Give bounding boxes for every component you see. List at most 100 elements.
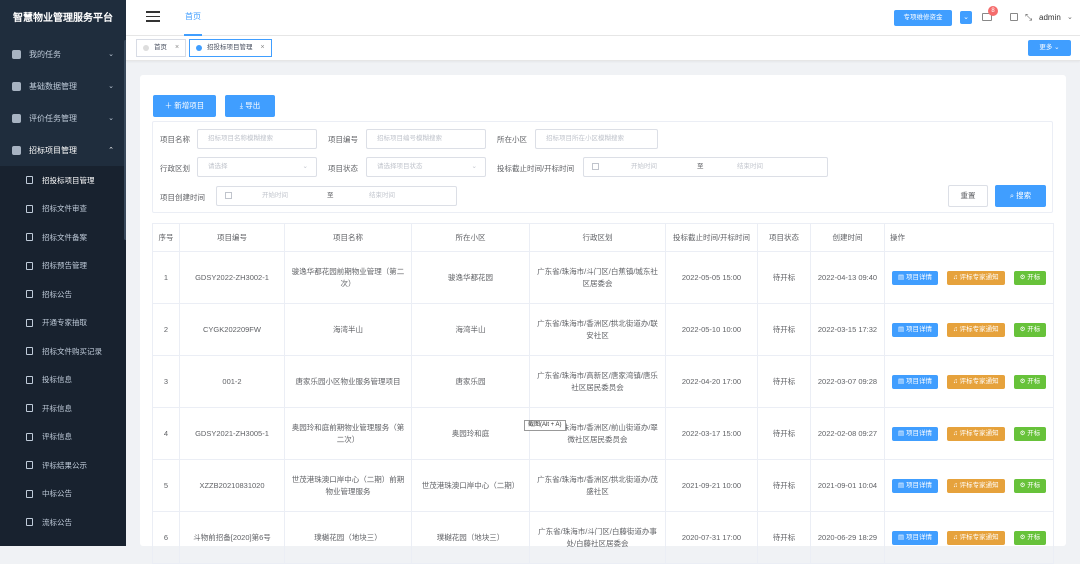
export-button[interactable]: ⤓ 导出 — [225, 95, 275, 117]
chevron-down-icon[interactable]: ⌄ — [1067, 13, 1073, 21]
status-label: 项目状态 — [328, 164, 358, 173]
expert-notify-button[interactable]: ♫ 评标专家通知 — [946, 530, 1005, 545]
sidebar-subitem-label: 评标信息 — [42, 432, 72, 442]
cell-deadline: 2021-09-21 10:00 — [665, 459, 758, 512]
chevron-down-icon: ⌄ — [108, 51, 114, 58]
name-input[interactable]: 招标项目名称模糊搜索 — [197, 129, 317, 149]
expert-notify-button[interactable]: ♫ 评标专家通知 — [946, 322, 1005, 337]
sidebar-subitem-label: 开标信息 — [42, 403, 72, 413]
column-header: 操作 — [884, 223, 1054, 252]
action-label: 项目详情 — [905, 377, 932, 385]
detail-icon: ▤ — [898, 377, 906, 385]
fund-button[interactable]: 专项维修资金 — [894, 10, 952, 26]
open-bid-button[interactable]: ⚙ 开标 — [1013, 478, 1047, 493]
tag-current[interactable]: 招投标项目管理 × — [189, 39, 272, 57]
open-bid-button[interactable]: ⚙ 开标 — [1013, 270, 1047, 285]
status-select[interactable]: 请选择项目状态 ⌄ — [366, 157, 486, 177]
notify-icon: ♫ — [952, 429, 960, 437]
close-icon[interactable]: × — [175, 40, 179, 56]
top-tab-home[interactable]: 首页 — [184, 0, 202, 36]
cell-status: 待开标 — [757, 511, 811, 564]
cell-created: 2022-03-07 09:28 — [810, 355, 885, 408]
project-detail-button[interactable]: ▤ 项目详情 — [892, 322, 938, 337]
project-detail-button[interactable]: ▤ 项目详情 — [892, 270, 938, 285]
hamburger-icon[interactable] — [146, 11, 160, 22]
cell-deadline: 2022-05-05 15:00 — [665, 251, 758, 304]
created-range[interactable]: 开始时间 至 结束时间 — [216, 186, 457, 206]
cell-deadline: 2022-05-10 10:00 — [665, 303, 758, 356]
community-input[interactable]: 招标项目所在小区模糊搜索 — [535, 129, 658, 149]
project-detail-button[interactable]: ▤ 项目详情 — [892, 426, 938, 441]
region-select[interactable]: 请选择 ⌄ — [197, 157, 317, 177]
cell-status: 待开标 — [757, 459, 811, 512]
tag-home[interactable]: 首页 × — [136, 39, 187, 57]
sidebar-subitem[interactable]: 评标结果公示 — [0, 451, 126, 480]
sidebar-subitem[interactable]: 流标公告 — [0, 508, 126, 537]
screenshot-tooltip: 截图(Alt + A) — [524, 420, 566, 431]
chevron-up-icon: ⌃ — [108, 147, 114, 154]
column-header: 投标截止时间/开标时间 — [665, 223, 758, 252]
close-icon[interactable]: × — [261, 40, 265, 56]
menu-my-tasks[interactable]: 我的任务 ⌄ — [0, 38, 126, 70]
sidebar-subitem[interactable]: 招投标项目管理 — [0, 166, 126, 195]
open-bid-button[interactable]: ⚙ 开标 — [1013, 322, 1047, 337]
menu-label: 我的任务 — [29, 49, 61, 59]
table-row: 5 XZZB20210831020 世茂港珠澳口岸中心（二期）前期物业管理服务 世茂港… — [152, 459, 1054, 512]
fullscreen-icon[interactable]: ⤡ — [1025, 12, 1032, 23]
cell-created: 2020-06-29 18:29 — [810, 511, 885, 564]
project-detail-button[interactable]: ▤ 项目详情 — [892, 374, 938, 389]
sidebar-subitem-label: 评标结果公示 — [42, 460, 87, 470]
sidebar-subitem-label: 投标信息 — [42, 375, 72, 385]
action-label: 项目详情 — [905, 533, 932, 541]
document-icon — [26, 489, 33, 498]
column-header: 行政区划 — [529, 223, 666, 252]
column-header: 创建时间 — [810, 223, 885, 252]
cell-region: 广东省/珠海市/香洲区/拱北街道办/联安社区 — [529, 303, 666, 356]
sidebar-subitem[interactable]: 招标文件购买记录 — [0, 337, 126, 366]
expert-notify-button[interactable]: ♫ 评标专家通知 — [946, 426, 1005, 441]
open-bid-button[interactable]: ⚙ 开标 — [1013, 374, 1047, 389]
menu-label: 评价任务管理 — [29, 113, 77, 123]
user-name[interactable]: admin — [1039, 13, 1061, 22]
sidebar-subitem[interactable]: 开通专家抽取 — [0, 308, 126, 337]
expert-notify-button[interactable]: ♫ 评标专家通知 — [946, 374, 1005, 389]
open-bid-button[interactable]: ⚙ 开标 — [1013, 426, 1047, 441]
lock-icon[interactable] — [1010, 13, 1018, 21]
cell-name: 璞樾花园（地块三） — [284, 511, 412, 564]
cell-code: 斗物前招备[2020]第6号 — [179, 511, 285, 564]
dropdown-button[interactable]: ⌄ — [960, 11, 972, 24]
sidebar-subitem[interactable]: 资格预审 — [0, 536, 126, 546]
project-detail-button[interactable]: ▤ 项目详情 — [892, 478, 938, 493]
project-detail-button[interactable]: ▤ 项目详情 — [892, 530, 938, 545]
sidebar-subitem[interactable]: 评标信息 — [0, 422, 126, 451]
sidebar-subitem[interactable]: 中标公告 — [0, 479, 126, 508]
search-button[interactable]: ⌕ 搜索 — [995, 185, 1046, 207]
sidebar-subitem[interactable]: 招标文件审查 — [0, 194, 126, 223]
deadline-range[interactable]: 开始时间 至 结束时间 — [583, 157, 828, 177]
document-icon — [26, 204, 33, 213]
open-bid-button[interactable]: ⚙ 开标 — [1013, 530, 1047, 545]
sidebar-subitem[interactable]: 开标信息 — [0, 394, 126, 423]
menu-bidding[interactable]: 招标项目管理 ⌃ — [0, 134, 126, 166]
sidebar-subitem[interactable]: 招标预告管理 — [0, 251, 126, 280]
menu-evaluation[interactable]: 评价任务管理 ⌄ — [0, 102, 126, 134]
more-button[interactable]: 更多 ⌄ — [1028, 40, 1071, 56]
sidebar-subitem[interactable]: 招标文件备案 — [0, 223, 126, 252]
filter-panel: 项目名称 招标项目名称模糊搜索 项目编号 招标项目编号模糊搜索 所在小区 招标项… — [152, 121, 1053, 213]
add-project-button[interactable]: ＋ 新增项目 — [153, 95, 216, 117]
menu-basic-data[interactable]: 基础数据管理 ⌄ — [0, 70, 126, 102]
expert-notify-button[interactable]: ♫ 评标专家通知 — [946, 478, 1005, 493]
cell-created: 2022-03-15 17:32 — [810, 303, 885, 356]
code-input[interactable]: 招标项目编号模糊搜索 — [366, 129, 486, 149]
reset-button[interactable]: 重置 — [948, 185, 988, 207]
action-label: 开标 — [1027, 481, 1041, 489]
detail-icon: ▤ — [898, 481, 906, 489]
region-label: 行政区划 — [160, 164, 190, 173]
expert-notify-button[interactable]: ♫ 评标专家通知 — [946, 270, 1005, 285]
sidebar-scrollbar[interactable] — [124, 40, 126, 240]
chevron-down-icon: ⌄ — [108, 83, 114, 90]
sidebar-subitem[interactable]: 招标公告 — [0, 280, 126, 309]
sidebar-subitem[interactable]: 投标信息 — [0, 365, 126, 394]
sidebar-subitem-label: 招标预告管理 — [42, 261, 87, 271]
cell-actions: ▤ 项目详情 ♫ 评标专家通知 ⚙ 开标 — [884, 459, 1054, 512]
